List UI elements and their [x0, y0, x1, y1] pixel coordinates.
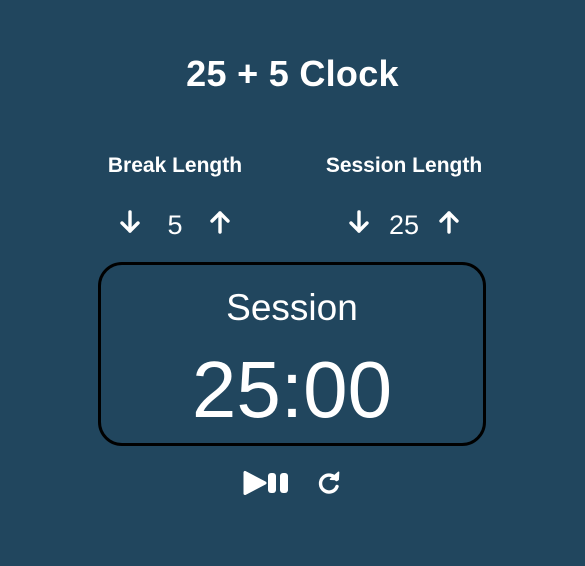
start-stop-button[interactable]: [240, 470, 292, 496]
session-length-stepper: 25: [294, 204, 514, 240]
play-pause-icon: [243, 471, 288, 495]
break-control: Break Length 5: [65, 150, 285, 240]
time-left-display: 25:00: [191, 345, 393, 434]
timer-label: Session: [226, 287, 358, 328]
refresh-icon: [318, 471, 340, 494]
playback-controls: [240, 466, 342, 500]
arrow-down-icon: [120, 210, 140, 233]
app-title: 25 + 5 Clock: [186, 53, 399, 94]
break-length-label: Break Length: [107, 154, 243, 177]
break-decrement-button[interactable]: [113, 205, 147, 239]
break-length-stepper: 5: [65, 204, 285, 240]
session-decrement-button[interactable]: [342, 205, 376, 239]
reset-button[interactable]: [316, 470, 342, 496]
session-length-value: 25: [388, 210, 420, 240]
arrow-up-icon: [210, 211, 230, 234]
arrow-up-icon: [439, 211, 459, 234]
timer-panel: Session 25:00: [98, 262, 486, 446]
session-increment-button[interactable]: [432, 205, 466, 239]
arrow-down-icon: [349, 210, 369, 233]
session-length-label: Session Length: [325, 154, 483, 177]
break-increment-button[interactable]: [203, 205, 237, 239]
break-length-value: 5: [167, 210, 183, 240]
session-control: Session Length 25: [294, 150, 514, 240]
